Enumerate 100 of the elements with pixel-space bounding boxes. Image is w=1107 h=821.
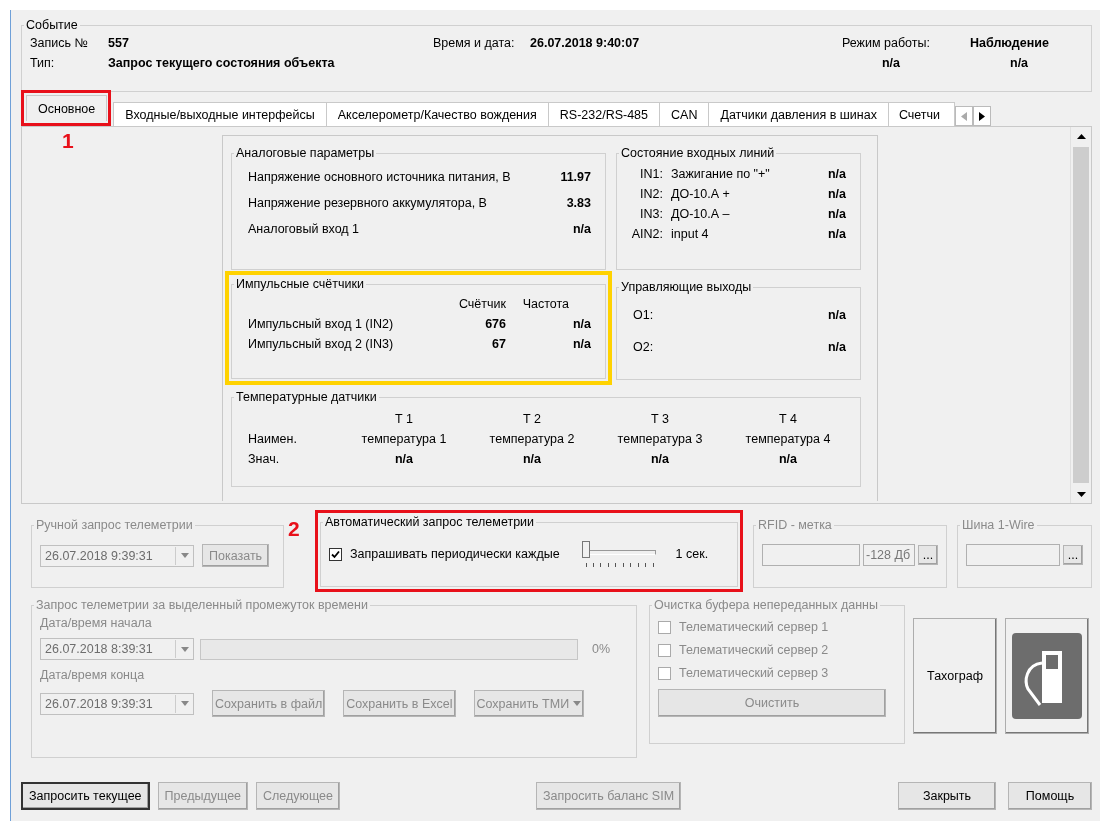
sensor-value: n/a [777, 452, 799, 466]
action-button[interactable]: Помощь [1008, 782, 1092, 810]
parameter-value: 11.97 [560, 170, 591, 184]
row-label: Знач. [248, 452, 281, 466]
checkbox-label: Телематический сервер 3 [679, 666, 829, 680]
fuel-button[interactable] [1005, 618, 1089, 734]
group-title: Температурные датчики [235, 390, 378, 404]
rfid-field[interactable] [762, 544, 860, 566]
scrollbar[interactable] [1070, 127, 1091, 503]
sensor-name: температура 1 [360, 432, 448, 446]
fuel-pump-icon [1012, 633, 1082, 719]
caret-icon [180, 646, 189, 652]
action-button[interactable]: Запросить текущее [21, 782, 150, 810]
sensor-name: температура 4 [744, 432, 832, 446]
date-combo[interactable]: 26.07.2018 8:39:31 [40, 638, 194, 660]
browse-button[interactable]: ... [918, 545, 938, 565]
checkbox-label: Телематический сервер 2 [679, 643, 829, 657]
tab[interactable]: CAN [659, 102, 710, 126]
checkbox[interactable] [658, 620, 671, 634]
callout-number: 1 [62, 129, 74, 153]
scroll-down-icon[interactable] [1076, 491, 1086, 497]
type-value: Запрос текущего состояния объекта [108, 56, 336, 70]
line-value: n/a [827, 167, 846, 181]
group-title: Очистка буфера непереданных данны [653, 598, 879, 612]
sensor-header: T 3 [650, 412, 670, 426]
group-title: Автоматический запрос телеметрии [324, 515, 536, 529]
output-label: O1: [633, 308, 654, 322]
record-label: Запись № [30, 36, 89, 50]
row-label: Наимен. [248, 432, 298, 446]
checkbox-label: Запрашивать периодически каждые [350, 547, 560, 561]
line-label: ДО-10.А – [671, 207, 731, 221]
checkbox[interactable] [329, 547, 342, 561]
line-value: n/a [827, 207, 846, 221]
parameter-value: n/a [572, 222, 591, 236]
caret-icon [573, 701, 582, 706]
action-button[interactable]: Закрыть [898, 782, 996, 810]
group-title: Шина 1-Wire [961, 518, 1036, 532]
tab[interactable]: Датчики давления в шинах [708, 102, 889, 126]
scroll-up-icon[interactable] [1076, 133, 1086, 139]
output-value: n/a [827, 340, 846, 354]
output-label: O2: [633, 340, 654, 354]
tachograph-button[interactable]: Тахограф [913, 618, 997, 734]
frequency-value: n/a [571, 317, 591, 331]
datetime-label: Время и дата: [433, 36, 516, 50]
checkbox-label: Телематический сервер 1 [679, 620, 829, 634]
checkbox[interactable] [658, 643, 671, 657]
column-header: Частота [521, 297, 570, 311]
sensor-value: n/a [649, 452, 671, 466]
parameter-label: Аналоговый вход 1 [248, 222, 360, 236]
start-label: Дата/время начала [40, 616, 153, 630]
interval-slider[interactable] [581, 541, 658, 567]
end-label: Дата/время конца [40, 668, 146, 682]
pin-label: IN1: [639, 167, 664, 181]
caret-icon [180, 553, 189, 558]
tab[interactable]: RS-232/RS-485 [547, 102, 661, 126]
column-header: Счётчик [457, 297, 506, 311]
browse-button[interactable]: ... [1063, 545, 1083, 565]
record-number: 557 [108, 36, 130, 50]
caret-icon [180, 701, 189, 706]
line-value: n/a [827, 227, 846, 241]
pin-label: IN3: [639, 207, 664, 221]
mode-label: Режим работы: [842, 36, 931, 50]
sensor-name: температура 3 [616, 432, 704, 446]
group-title: Запрос телеметрии за выделенный промежуток времени [35, 598, 369, 612]
mode-value: Наблюдение [970, 36, 1050, 50]
interval-reading: 1 сек. [675, 547, 709, 561]
group-title: Импульсные счётчики [235, 277, 365, 291]
tab[interactable]: Акселерометр/Качество вождения [325, 102, 549, 126]
counter-label: Импульсный вход 2 (IN3) [248, 337, 395, 351]
output-value: n/a [827, 308, 846, 322]
line-value: n/a [827, 187, 846, 201]
tab[interactable]: Основное [26, 95, 108, 121]
sensor-value: n/a [393, 452, 415, 466]
group-title: RFID - метка [757, 518, 833, 532]
sensor-value: n/a [521, 452, 543, 466]
sensor-name: температура 2 [488, 432, 576, 446]
tab[interactable]: Счетчи [887, 102, 955, 126]
pin-label: IN2: [639, 187, 664, 201]
line-label: input 4 [671, 227, 710, 241]
one-wire-field[interactable] [966, 544, 1060, 566]
sensor-header: T 2 [522, 412, 542, 426]
tab[interactable]: Входные/выходные интерфейсы [113, 102, 327, 126]
counter-value: 67 [491, 337, 506, 351]
line-label: Зажигание по "+" [671, 167, 771, 181]
date-combo[interactable]: 26.07.2018 9:39:31 [40, 692, 194, 715]
progress-percent: 0% [592, 642, 611, 656]
checkbox[interactable] [658, 666, 671, 680]
signal-field[interactable]: -128 Дб [863, 544, 915, 566]
group-title: Событие [25, 18, 79, 32]
status-value: n/a [1009, 56, 1030, 70]
parameter-value: 3.83 [566, 196, 591, 210]
parameter-label: Напряжение резервного аккумулятора, В [248, 196, 487, 210]
sensor-header: T 4 [778, 412, 798, 426]
datetime-value: 26.07.2018 9:40:07 [530, 36, 641, 50]
group-title: Состояние входных линий [620, 146, 776, 160]
callout-number: 2 [288, 517, 300, 541]
type-label: Тип: [30, 56, 56, 70]
group-title: Ручной запрос телеметрии [35, 518, 194, 532]
frequency-value: n/a [571, 337, 591, 351]
pin-label: AIN2: [630, 227, 664, 241]
